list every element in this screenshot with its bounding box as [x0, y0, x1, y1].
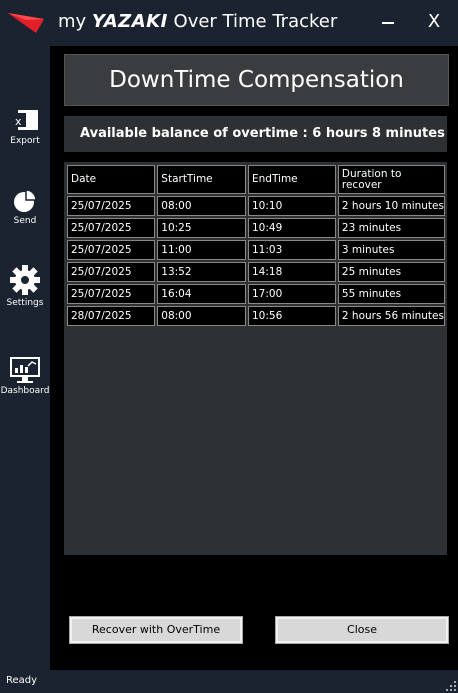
resize-grip-icon[interactable]	[446, 681, 456, 691]
cell-starttime[interactable]: 11:00	[157, 240, 246, 260]
sidebar-item-settings[interactable]: Settings	[0, 264, 50, 308]
cell-starttime[interactable]: 08:00	[157, 306, 246, 326]
main-panel: DownTime Compensation Available balance …	[50, 46, 458, 670]
status-text: Ready	[6, 675, 38, 686]
sidebar-item-export[interactable]: x Export	[0, 108, 50, 146]
page-title: DownTime Compensation	[64, 54, 449, 106]
sidebar: x Export Send Settings Dashboard	[0, 46, 50, 670]
table-row[interactable]: 25/07/2025 13:52 14:18 25 minutes	[67, 262, 445, 282]
cell-duration[interactable]: 23 minutes	[337, 218, 445, 238]
cell-endtime[interactable]: 17:00	[247, 284, 336, 304]
app-title: my YAZAKI Over Time Tracker	[58, 11, 337, 32]
table-row[interactable]: 25/07/2025 11:00 11:03 3 minutes	[67, 240, 445, 260]
downtime-grid[interactable]: Date StartTime EndTime Duration to recov…	[64, 162, 447, 555]
cell-duration[interactable]: 2 hours 10 minutes	[337, 196, 445, 216]
cell-endtime[interactable]: 10:10	[247, 196, 336, 216]
cell-starttime[interactable]: 10:25	[157, 218, 246, 238]
cell-date[interactable]: 25/07/2025	[67, 218, 156, 238]
cell-date[interactable]: 25/07/2025	[67, 196, 156, 216]
title-suffix: Over Time Tracker	[173, 11, 338, 32]
cell-date[interactable]: 25/07/2025	[67, 262, 156, 282]
title-bar: my YAZAKI Over Time Tracker X	[0, 0, 458, 46]
pie-chart-icon	[14, 189, 37, 212]
cell-starttime[interactable]: 08:00	[157, 196, 246, 216]
table-header-row: Date StartTime EndTime Duration to recov…	[67, 165, 445, 194]
title-brand: YAZAKI	[91, 11, 168, 32]
column-header-duration-label: Duration to recover	[341, 167, 402, 191]
cell-duration[interactable]: 55 minutes	[337, 284, 445, 304]
cell-endtime[interactable]: 11:03	[247, 240, 336, 260]
sidebar-item-label: Settings	[6, 298, 44, 308]
title-prefix: my	[58, 11, 87, 32]
cell-date[interactable]: 25/07/2025	[67, 240, 156, 260]
cell-date[interactable]: 28/07/2025	[67, 306, 156, 326]
balance-panel: Available balance of overtime : 6 hours …	[64, 116, 447, 152]
cell-starttime[interactable]: 16:04	[157, 284, 246, 304]
downtime-table: Date StartTime EndTime Duration to recov…	[65, 163, 447, 328]
close-window-button[interactable]: X	[424, 10, 444, 34]
svg-text:x: x	[15, 115, 22, 128]
cell-endtime[interactable]: 10:49	[247, 218, 336, 238]
excel-icon: x	[12, 110, 38, 130]
sidebar-item-label: Send	[13, 216, 37, 226]
sidebar-item-label: Dashboard	[0, 386, 50, 396]
minimize-button[interactable]	[382, 22, 394, 24]
close-button[interactable]: Close	[275, 616, 449, 644]
cell-duration[interactable]: 25 minutes	[337, 262, 445, 282]
sidebar-item-label: Export	[10, 136, 40, 146]
column-header-duration[interactable]: Duration to recover	[337, 165, 445, 194]
cell-endtime[interactable]: 14:18	[247, 262, 336, 282]
cell-duration[interactable]: 3 minutes	[337, 240, 445, 260]
sidebar-item-dashboard[interactable]: Dashboard	[0, 356, 50, 396]
column-header-endtime[interactable]: EndTime	[247, 165, 336, 194]
table-row[interactable]: 25/07/2025 08:00 10:10 2 hours 10 minute…	[67, 196, 445, 216]
sidebar-item-send[interactable]: Send	[0, 188, 50, 226]
table-row[interactable]: 28/07/2025 08:00 10:56 2 hours 56 minute…	[67, 306, 445, 326]
recover-with-overtime-button[interactable]: Recover with OverTime	[69, 616, 243, 644]
table-row[interactable]: 25/07/2025 16:04 17:00 55 minutes	[67, 284, 445, 304]
column-header-date[interactable]: Date	[67, 165, 156, 194]
table-row[interactable]: 25/07/2025 10:25 10:49 23 minutes	[67, 218, 445, 238]
monitor-chart-icon	[10, 357, 40, 383]
cell-starttime[interactable]: 13:52	[157, 262, 246, 282]
cell-duration[interactable]: 2 hours 56 minutes	[337, 306, 445, 326]
status-bar: Ready	[0, 670, 458, 693]
cell-date[interactable]: 25/07/2025	[67, 284, 156, 304]
yazaki-logo-icon	[8, 13, 44, 33]
column-header-starttime[interactable]: StartTime	[157, 165, 246, 194]
balance-text: Available balance of overtime : 6 hours …	[80, 126, 445, 141]
cell-endtime[interactable]: 10:56	[247, 306, 336, 326]
gear-icon	[10, 265, 40, 295]
